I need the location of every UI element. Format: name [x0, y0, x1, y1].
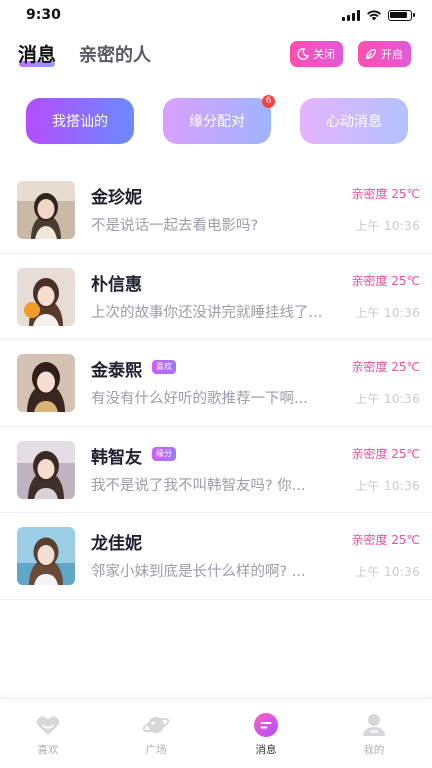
- conversation-item[interactable]: 朴信惠 上次的故事你还没讲完就睡挂线了... 亲密度 25℃ 上午 10:36: [0, 254, 432, 340]
- last-message: 我不是说了我不叫韩智友吗? 你...: [91, 477, 306, 494]
- tab-square[interactable]: 广场: [126, 711, 186, 757]
- contact-name: 金泰熙: [91, 361, 142, 381]
- wifi-icon: [367, 10, 381, 21]
- avatar[interactable]: [17, 527, 75, 585]
- conversation-item[interactable]: 龙佳妮 邻家小妹到底是长什么样的啊? ... 亲密度 25℃ 上午 10:36: [0, 513, 432, 600]
- planet-icon: [142, 717, 170, 733]
- tab-like[interactable]: 喜欢: [18, 711, 78, 757]
- avatar[interactable]: [17, 440, 75, 499]
- tab-label: 我的: [363, 744, 385, 756]
- tab-mine[interactable]: 我的: [344, 711, 404, 757]
- intimacy-value: 亲密度 25℃: [351, 360, 420, 374]
- last-message: 邻家小妹到底是长什么样的啊? ...: [91, 564, 306, 580]
- user-icon: [363, 714, 385, 736]
- battery-icon: [388, 9, 415, 21]
- tab-label: 消息: [255, 744, 277, 756]
- tag-like-badge: 喜欢: [152, 360, 176, 374]
- close-mode-button[interactable]: 关闭: [290, 41, 343, 67]
- leaf-icon: [365, 48, 377, 60]
- shortcut-heart-messages[interactable]: 心动消息: [300, 98, 408, 144]
- signal-icon: [342, 9, 360, 21]
- conversation-list: 金珍妮 不是说话一起去看电影吗? 亲密度 25℃ 上午 10:36 朴信惠 上次…: [0, 167, 432, 600]
- header: 消息 亲密的人 关闭 开启: [0, 36, 432, 76]
- contact-name: 朴信惠: [91, 274, 142, 295]
- shortcut-label: 心动消息: [326, 114, 382, 130]
- status-time: 9:30: [26, 7, 61, 23]
- open-mode-button[interactable]: 开启: [358, 41, 411, 67]
- avatar[interactable]: [17, 267, 75, 326]
- contact-name: 金珍妮: [91, 188, 142, 208]
- tab-messages-nav[interactable]: 消息: [236, 711, 296, 757]
- conversation-item[interactable]: 金珍妮 不是说话一起去看电影吗? 亲密度 25℃ 上午 10:36: [0, 167, 432, 254]
- bottom-tab-bar: 喜欢 广场 消息 我的: [0, 698, 432, 768]
- shortcut-label: 缘分配对: [189, 114, 245, 130]
- heart-icon: [36, 716, 60, 735]
- avatar[interactable]: [17, 181, 75, 239]
- message-icon: [254, 713, 278, 737]
- intimacy-value: 亲密度 25℃: [351, 446, 420, 461]
- open-mode-label: 开启: [381, 48, 403, 61]
- conversation-item[interactable]: 韩智友 缘分 我不是说了我不叫韩智友吗? 你... 亲密度 25℃ 上午 10:…: [0, 427, 432, 513]
- last-message: 有没有什么好听的歌推荐一下啊...: [91, 391, 308, 407]
- contact-name: 龙佳妮: [91, 534, 142, 554]
- moon-icon: [297, 48, 310, 60]
- last-message: 不是说话一起去看电影吗?: [91, 218, 259, 234]
- intimacy-value: 亲密度 25℃: [351, 187, 420, 201]
- message-time: 上午 10:36: [355, 392, 420, 406]
- avatar[interactable]: [17, 354, 75, 412]
- close-mode-label: 关闭: [313, 48, 335, 61]
- last-message: 上次的故事你还没讲完就睡挂线了...: [91, 304, 323, 321]
- tab-label: 广场: [145, 744, 167, 756]
- contact-name: 韩智友: [91, 447, 142, 468]
- intimacy-value: 亲密度 25℃: [351, 273, 420, 288]
- message-time: 上午 10:36: [355, 219, 420, 233]
- message-time: 上午 10:36: [355, 305, 420, 320]
- status-icons: [342, 9, 415, 21]
- notification-badge: 6: [262, 95, 275, 108]
- message-time: 上午 10:36: [355, 565, 420, 579]
- shortcut-label: 我搭讪的: [52, 114, 108, 130]
- message-time: 上午 10:36: [355, 478, 420, 493]
- status-bar: 9:30: [0, 0, 432, 30]
- conversation-item[interactable]: 金泰熙 喜欢 有没有什么好听的歌推荐一下啊... 亲密度 25℃ 上午 10:3…: [0, 340, 432, 427]
- intimacy-value: 亲密度 25℃: [351, 533, 420, 547]
- tab-messages[interactable]: 消息: [18, 40, 56, 67]
- tag-fate-badge: 缘分: [152, 446, 176, 461]
- tab-intimate-people[interactable]: 亲密的人: [79, 41, 151, 67]
- shortcut-fate-match[interactable]: 缘分配对 6: [163, 95, 275, 144]
- tab-label: 喜欢: [37, 744, 59, 756]
- shortcut-my-approaches[interactable]: 我搭讪的: [26, 98, 134, 144]
